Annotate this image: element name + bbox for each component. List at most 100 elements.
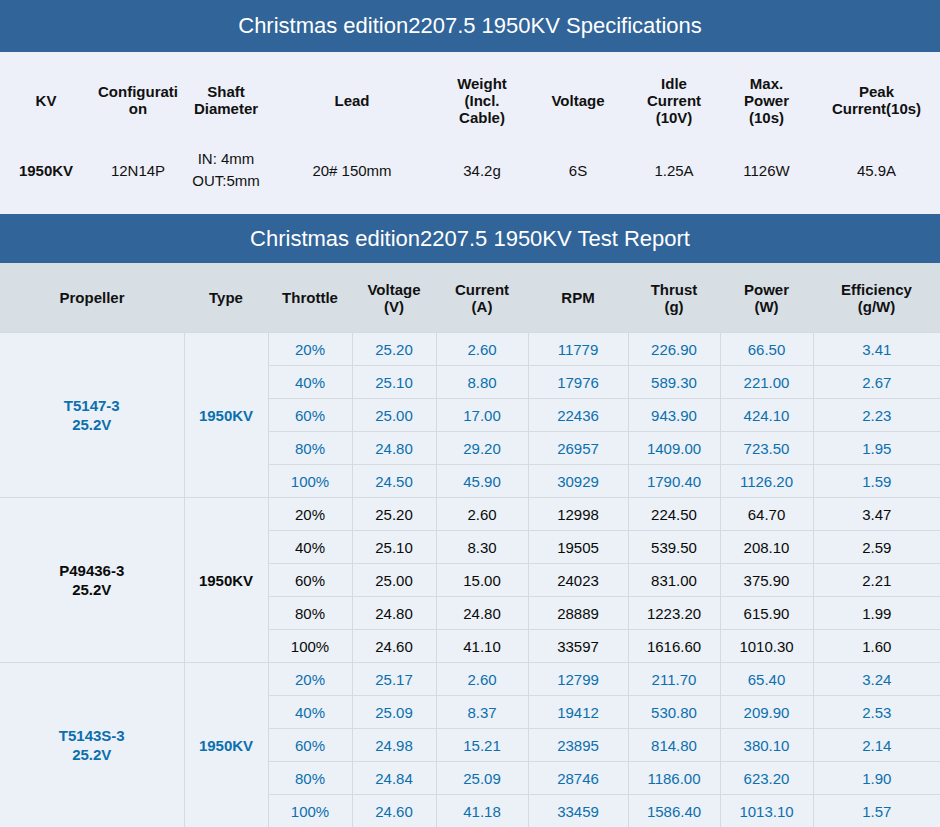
cell-thrust: 1223.20 (628, 597, 720, 630)
cell-rpm: 28889 (528, 597, 628, 630)
cell-throttle: 100% (268, 630, 352, 663)
spec-col-header-configuration: Configuration (92, 52, 184, 148)
cell-power: 1010.30 (720, 630, 813, 663)
cell-efficiency: 3.41 (813, 333, 940, 366)
cell-power: 623.20 (720, 762, 813, 795)
cell-thrust: 1186.00 (628, 762, 720, 795)
spec-value-row: 1950KV12N14PIN: 4mm OUT:5mm20# 150mm34.2… (0, 148, 940, 192)
cell-thrust: 1409.00 (628, 432, 720, 465)
spec-table: KVConfiguration Shaft Diameter Lead Weight … (0, 52, 940, 192)
spec-col-header-weight-incl-cable: Weight (Incl. Cable) (436, 52, 528, 148)
cell-rpm: 12799 (528, 663, 628, 696)
cell-current: 2.60 (436, 498, 528, 531)
cell-efficiency: 2.14 (813, 729, 940, 762)
test-col-header-label: Type (184, 289, 268, 306)
cell-efficiency: 1.90 (813, 762, 940, 795)
spec-value-idle-current-10v: 1.25A (628, 148, 720, 192)
propeller-cell: T5147-3 25.2V (0, 333, 184, 498)
cell-throttle: 20% (268, 498, 352, 531)
test-header-row: PropellerTypeThrottleVoltage (V)Current … (0, 263, 940, 333)
spec-col-header-label: Shaft Diameter (194, 83, 258, 117)
cell-voltage: 25.17 (352, 663, 436, 696)
cell-power: 380.10 (720, 729, 813, 762)
test-col-header-throttle: Throttle (268, 263, 352, 333)
cell-rpm: 19412 (528, 696, 628, 729)
test-col-header-label: Voltage (V) (367, 281, 420, 315)
spec-title: Christmas edition2207.5 1950KV Specifica… (238, 13, 702, 39)
propeller-cell: P49436-3 25.2V (0, 498, 184, 663)
cell-voltage: 25.09 (352, 696, 436, 729)
cell-power: 1126.20 (720, 465, 813, 498)
cell-thrust: 1790.40 (628, 465, 720, 498)
cell-current: 8.30 (436, 531, 528, 564)
spec-col-header-label: Voltage (528, 92, 628, 109)
cell-power: 424.10 (720, 399, 813, 432)
spec-col-header-label: KV (0, 92, 92, 109)
cell-power: 64.70 (720, 498, 813, 531)
cell-efficiency: 2.59 (813, 531, 940, 564)
cell-rpm: 33459 (528, 795, 628, 827)
test-col-header-thrust-g: Thrust (g) (628, 263, 720, 333)
cell-throttle: 40% (268, 366, 352, 399)
spec-title-bar: Christmas edition2207.5 1950KV Specifica… (0, 0, 940, 52)
cell-efficiency: 1.60 (813, 630, 940, 663)
test-title-bar: Christmas edition2207.5 1950KV Test Repo… (0, 214, 940, 263)
cell-power: 615.90 (720, 597, 813, 630)
cell-voltage: 24.60 (352, 795, 436, 827)
cell-power: 65.40 (720, 663, 813, 696)
test-col-header-power-w: Power (W) (720, 263, 813, 333)
cell-current: 2.60 (436, 333, 528, 366)
test-row-group1-20%: T5147-3 25.2V1950KV20%25.202.6011779226.… (0, 333, 940, 366)
cell-current: 24.80 (436, 597, 528, 630)
cell-throttle: 80% (268, 432, 352, 465)
test-col-header-rpm: RPM (528, 263, 628, 333)
test-col-header-label: Efficiency (g/W) (841, 281, 912, 315)
cell-power: 375.90 (720, 564, 813, 597)
cell-thrust: 226.90 (628, 333, 720, 366)
cell-rpm: 24023 (528, 564, 628, 597)
cell-current: 8.80 (436, 366, 528, 399)
cell-rpm: 33597 (528, 630, 628, 663)
spec-col-header-kv: KV (0, 52, 92, 148)
spec-col-header-label: Weight (Incl. Cable) (457, 75, 507, 126)
cell-power: 209.90 (720, 696, 813, 729)
test-col-header-label: Propeller (0, 289, 184, 306)
cell-power: 1013.10 (720, 795, 813, 827)
test-col-header-propeller: Propeller (0, 263, 184, 333)
cell-efficiency: 2.67 (813, 366, 940, 399)
cell-rpm: 23895 (528, 729, 628, 762)
spec-col-header-max-power-10s: Max. Power (10s) (720, 52, 813, 148)
test-row-group3-20%: T5143S-3 25.2V1950KV20%25.172.6012799211… (0, 663, 940, 696)
cell-voltage: 24.84 (352, 762, 436, 795)
cell-throttle: 20% (268, 663, 352, 696)
test-title: Christmas edition2207.5 1950KV Test Repo… (250, 226, 690, 252)
spec-col-header-label: Lead (268, 92, 436, 109)
cell-voltage: 25.00 (352, 399, 436, 432)
spec-col-header-lead: Lead (268, 52, 436, 148)
cell-throttle: 80% (268, 597, 352, 630)
cell-efficiency: 2.21 (813, 564, 940, 597)
test-col-header-type: Type (184, 263, 268, 333)
cell-thrust: 224.50 (628, 498, 720, 531)
cell-throttle: 40% (268, 531, 352, 564)
cell-thrust: 831.00 (628, 564, 720, 597)
spec-value-voltage: 6S (528, 148, 628, 192)
cell-throttle: 20% (268, 333, 352, 366)
test-col-header-label: Power (W) (744, 281, 789, 315)
cell-current: 29.20 (436, 432, 528, 465)
cell-current: 8.37 (436, 696, 528, 729)
cell-efficiency: 2.53 (813, 696, 940, 729)
spec-header-row: KVConfiguration Shaft Diameter Lead Weight … (0, 52, 940, 148)
cell-current: 41.18 (436, 795, 528, 827)
cell-power: 221.00 (720, 366, 813, 399)
cell-power: 66.50 (720, 333, 813, 366)
cell-thrust: 943.90 (628, 399, 720, 432)
cell-throttle: 80% (268, 762, 352, 795)
cell-voltage: 25.10 (352, 366, 436, 399)
cell-current: 15.21 (436, 729, 528, 762)
cell-rpm: 26957 (528, 432, 628, 465)
cell-power: 208.10 (720, 531, 813, 564)
spec-col-header-peak-current-10s: Peak Current(10s) (813, 52, 940, 148)
cell-throttle: 60% (268, 729, 352, 762)
cell-efficiency: 1.57 (813, 795, 940, 827)
